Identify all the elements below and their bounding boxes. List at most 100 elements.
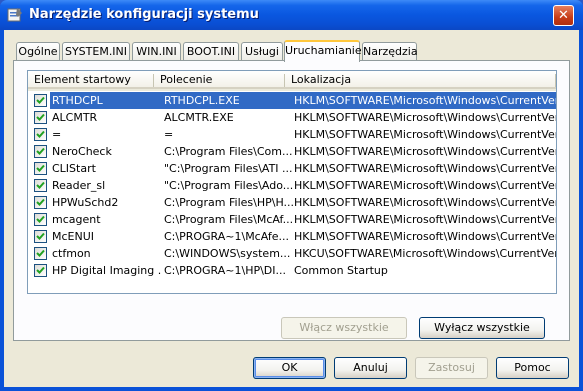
startup-item-command: "C:\Program Files\Ado... bbox=[164, 179, 294, 192]
checkmark-icon bbox=[36, 232, 45, 240]
startup-item-name: ctfmon bbox=[52, 247, 91, 260]
enable-checkbox[interactable] bbox=[34, 145, 47, 158]
startup-item-name: McENUI bbox=[52, 230, 95, 243]
enable-checkbox[interactable] bbox=[34, 264, 47, 277]
startup-item-command: C:\PROGRA~1\McAfe... bbox=[164, 230, 289, 243]
startup-item-command: "C:\Program Files\ATI ... bbox=[164, 162, 293, 175]
startup-item-location: HKLM\SOFTWARE\Microsoft\Windows\CurrentV… bbox=[294, 128, 557, 141]
ok-button[interactable]: OK bbox=[253, 357, 326, 379]
startup-item-name: HP Digital Imaging ... bbox=[52, 264, 162, 277]
dialog-client-area: Ogólne SYSTEM.INI WIN.INI BOOT.INI Usług… bbox=[4, 30, 579, 387]
row-checkbox-cell bbox=[31, 245, 49, 262]
startup-item-command: C:\Program Files\McAf... bbox=[164, 213, 294, 226]
enable-checkbox[interactable] bbox=[34, 128, 47, 141]
startup-item-location: HKCU\SOFTWARE\Microsoft\Windows\CurrentV… bbox=[294, 247, 557, 260]
disable-all-button[interactable]: Wyłącz wszystkie bbox=[419, 317, 545, 339]
startup-item-command: C:\PROGRA~1\HP\DI... bbox=[164, 264, 287, 277]
startup-item-location: HKLM\SOFTWARE\Microsoft\Windows\CurrentV… bbox=[294, 230, 557, 243]
enable-checkbox[interactable] bbox=[34, 247, 47, 260]
table-row[interactable]: HPWuSchd2 C:\Program Files\HP\H... HKLM\SO… bbox=[28, 194, 556, 211]
msconfig-icon bbox=[7, 8, 22, 22]
row-checkbox-cell bbox=[31, 143, 49, 160]
tab-startup[interactable]: Uruchamianie bbox=[284, 40, 362, 62]
table-row[interactable]: NeroCheck C:\Program Files\Com... HKLM\SOF… bbox=[28, 143, 556, 160]
checkmark-icon bbox=[36, 147, 45, 155]
dialog-window: Narzędzie konfiguracji systemu ✕ Ogólne … bbox=[0, 0, 583, 391]
startup-list[interactable]: Element startowy Polecenie Lokalizacja R… bbox=[27, 70, 557, 294]
tab-boot-ini[interactable]: BOOT.INI bbox=[183, 42, 239, 61]
enable-checkbox[interactable] bbox=[34, 196, 47, 209]
startup-item-location: HKLM\SOFTWARE\Microsoft\Windows\CurrentV… bbox=[294, 111, 557, 124]
startup-item-name: CLIStart bbox=[52, 162, 96, 175]
title-bar[interactable]: Narzędzie konfiguracji systemu ✕ bbox=[0, 0, 583, 30]
checkmark-icon bbox=[36, 249, 45, 257]
startup-item-name: mcagent bbox=[52, 213, 101, 226]
tab-tools[interactable]: Narzędzia bbox=[362, 42, 418, 61]
startup-item-command: RTHDCPL.EXE bbox=[160, 92, 294, 109]
column-header-command[interactable]: Polecenie bbox=[154, 71, 285, 89]
table-row[interactable]: mcagent C:\Program Files\McAf... HKLM\SOFT… bbox=[28, 211, 556, 228]
startup-item-name: = bbox=[52, 128, 62, 141]
startup-item-location: HKLM\SOFTWARE\Microsoft\Windows\CurrentV… bbox=[294, 179, 557, 192]
row-checkbox-cell bbox=[31, 228, 49, 245]
checkmark-icon bbox=[36, 198, 45, 206]
startup-item-location: Common Startup bbox=[294, 264, 388, 277]
column-header-location[interactable]: Lokalizacja bbox=[285, 71, 556, 89]
apply-button[interactable]: Zastosuj bbox=[415, 357, 488, 379]
checkmark-icon bbox=[36, 96, 45, 104]
cancel-button[interactable]: Anuluj bbox=[334, 357, 407, 379]
startup-item-name: ALCMTR bbox=[52, 111, 98, 124]
table-row[interactable]: Reader_sl "C:\Program Files\Ado... HKLM\SO… bbox=[28, 177, 556, 194]
checkmark-icon bbox=[36, 181, 45, 189]
list-header: Element startowy Polecenie Lokalizacja bbox=[28, 71, 556, 91]
startup-item-location: HKLM\SOFTWARE\Microsoft\Windows\CurrentV… bbox=[294, 213, 557, 226]
startup-tab-panel: Element startowy Polecenie Lokalizacja R… bbox=[13, 60, 570, 341]
checkmark-icon bbox=[36, 215, 45, 223]
table-row[interactable]: = = HKLM\SOFTWARE\Microsoft\Windows\Curren… bbox=[28, 126, 556, 143]
window-title: Narzędzie konfiguracji systemu bbox=[29, 7, 259, 22]
row-checkbox-cell bbox=[31, 211, 49, 228]
startup-item-command: = bbox=[164, 128, 174, 141]
startup-item-name: HPWuSchd2 bbox=[52, 196, 119, 209]
checkmark-icon bbox=[36, 130, 45, 138]
enable-checkbox[interactable] bbox=[34, 213, 47, 226]
startup-item-name: RTHDCPL bbox=[50, 92, 162, 109]
checkmark-icon bbox=[36, 113, 45, 121]
startup-item-command: C:\Program Files\HP\H... bbox=[164, 196, 294, 209]
startup-item-name: Reader_sl bbox=[52, 179, 106, 192]
tab-system-ini[interactable]: SYSTEM.INI bbox=[62, 42, 130, 61]
row-checkbox-cell bbox=[31, 194, 49, 211]
column-header-startup-item[interactable]: Element startowy bbox=[28, 71, 154, 89]
close-button[interactable]: ✕ bbox=[553, 5, 574, 26]
startup-item-location: HKLM\SOFTWARE\Microsoft\Windows\CurrentV… bbox=[294, 196, 557, 209]
startup-item-command: C:\Program Files\Com... bbox=[164, 145, 293, 158]
tab-services[interactable]: Usługi bbox=[241, 42, 283, 61]
checkmark-icon bbox=[36, 164, 45, 172]
row-checkbox-cell bbox=[31, 92, 49, 109]
startup-item-command: C:\WINDOWS\system... bbox=[164, 247, 291, 260]
table-row[interactable]: HP Digital Imaging ... C:\PROGRA~1\HP\DI.… bbox=[28, 262, 556, 279]
checkmark-icon bbox=[36, 266, 45, 274]
table-row[interactable]: McENUI C:\PROGRA~1\McAfe... HKLM\SOFTWARE\… bbox=[28, 228, 556, 245]
startup-item-location: HKLM\SOFTWARE\Microsoft\Windows\CurrentV… bbox=[294, 145, 557, 158]
table-row[interactable]: ALCMTR ALCMTR.EXE HKLM\SOFTWARE\Microsoft\… bbox=[28, 109, 556, 126]
row-checkbox-cell bbox=[31, 262, 49, 279]
enable-checkbox[interactable] bbox=[34, 111, 47, 124]
enable-checkbox[interactable] bbox=[34, 179, 47, 192]
row-checkbox-cell bbox=[31, 160, 49, 177]
startup-item-location: HKLM\SOFTWARE\Microsoft\Windows\CurrentV… bbox=[294, 162, 557, 175]
startup-item-command: ALCMTR.EXE bbox=[164, 111, 234, 124]
row-checkbox-cell bbox=[31, 177, 49, 194]
help-button[interactable]: Pomoc bbox=[496, 357, 569, 379]
enable-checkbox[interactable] bbox=[34, 230, 47, 243]
enable-checkbox[interactable] bbox=[34, 94, 47, 107]
table-row[interactable]: CLIStart "C:\Program Files\ATI ... HKLM\SO… bbox=[28, 160, 556, 177]
table-row[interactable]: RTHDCPL RTHDCPL.EXE HKLM\SOFTWARE\Microsof… bbox=[28, 92, 556, 109]
table-row[interactable]: ctfmon C:\WINDOWS\system... HKCU\SOFTWARE\… bbox=[28, 245, 556, 262]
startup-item-name: NeroCheck bbox=[52, 145, 112, 158]
enable-checkbox[interactable] bbox=[34, 162, 47, 175]
close-icon: ✕ bbox=[558, 8, 569, 23]
enable-all-button[interactable]: Włącz wszystkie bbox=[281, 317, 407, 339]
tab-general[interactable]: Ogólne bbox=[16, 42, 60, 61]
tab-win-ini[interactable]: WIN.INI bbox=[132, 42, 181, 61]
